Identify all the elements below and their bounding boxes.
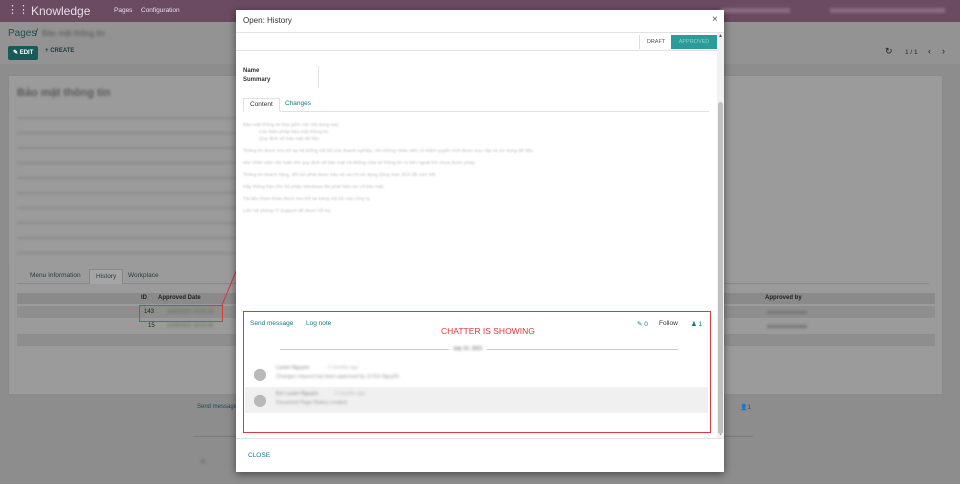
edit-button[interactable]: ✎ EDIT xyxy=(8,46,39,60)
chatter-panel: Send message Log note CHATTER IS SHOWING… xyxy=(243,311,711,433)
attachments-count: 0 xyxy=(644,321,648,328)
row-id: 15 xyxy=(148,323,155,329)
menu-configuration[interactable]: Configuration xyxy=(141,7,180,14)
log-note-button[interactable]: Log note xyxy=(306,320,331,327)
refresh-icon[interactable]: ↻ xyxy=(885,46,893,57)
pager-value: 1 / 1 xyxy=(905,49,918,56)
bg-avatar-icon: ● xyxy=(200,456,207,467)
bg-send-message[interactable]: Send message xyxy=(197,404,237,410)
content-paragraph: Bảo mật thông tin bao gồm các nội dung s… xyxy=(243,123,340,128)
chatter-message: ⬤ Lucien Nguyen - 3 months ago Changes r… xyxy=(245,361,708,387)
status-approved[interactable]: APPROVED xyxy=(671,35,717,49)
followers-count: 1 xyxy=(698,321,703,328)
status-draft[interactable]: DRAFT xyxy=(639,35,672,49)
pager-next-icon[interactable]: › xyxy=(942,46,945,56)
app-title: Knowledge xyxy=(31,4,91,18)
page-content: Bảo mật thông tin bao gồm các nội dung s… xyxy=(243,122,708,215)
annotation-highlight-row xyxy=(139,305,223,322)
user-icon: ♟ xyxy=(691,321,697,328)
content-tabs: Content Changes xyxy=(243,98,709,112)
menu-pages[interactable]: Pages xyxy=(114,7,132,14)
content-bullet: Các biện pháp bảo mật thông tin xyxy=(259,130,329,135)
message-body: Document Page History created xyxy=(276,400,347,406)
edit-label: EDIT xyxy=(19,50,34,56)
close-icon[interactable]: × xyxy=(712,14,718,25)
record-title: Bảo mật thông tin xyxy=(17,87,111,99)
close-button[interactable]: CLOSE xyxy=(248,452,270,459)
create-button[interactable]: + CREATE xyxy=(45,48,74,54)
message-author: Em Lucien Nguyen xyxy=(276,391,319,397)
dialog-body: DRAFT APPROVED Name Summary Content Chan… xyxy=(236,33,717,438)
dialog-title: Open: History xyxy=(243,16,292,25)
message-time: - 3 months ago xyxy=(332,391,366,397)
pager-prev-icon[interactable]: ‹ xyxy=(928,46,931,56)
content-paragraph: Thông tin khách hàng, đối tác phải được … xyxy=(243,173,437,178)
row-approver xyxy=(767,311,807,314)
content-paragraph: Tài liệu tham khảo được lưu trữ tại tran… xyxy=(243,197,371,202)
dialog-footer: CLOSE xyxy=(236,438,724,473)
tab-history[interactable]: History xyxy=(89,269,124,284)
scroll-up-icon[interactable]: ▲ xyxy=(718,33,723,39)
breadcrumb-separator: / xyxy=(35,28,38,39)
annotation-label: CHATTER IS SHOWING xyxy=(441,326,535,336)
avatar-icon: ⬤ xyxy=(253,367,267,381)
breadcrumb-current: Bảo mật thông tin xyxy=(42,29,105,38)
content-bullet: Quy định về bảo mật dữ liệu xyxy=(259,137,320,142)
tab-content[interactable]: Content xyxy=(243,98,280,112)
row-approver xyxy=(767,325,807,328)
content-paragraph: Thông tin được lưu trữ tại hệ thống nội … xyxy=(243,149,535,154)
content-paragraph: Hãy thông báo cho bộ phận Windows khi ph… xyxy=(243,185,385,190)
breadcrumb-root[interactable]: Pages xyxy=(8,28,36,39)
dialog-header: Open: History × xyxy=(236,10,724,33)
plus-icon: + xyxy=(45,48,49,54)
content-paragraph: Mọi nhân viên cần tuân thủ quy định về b… xyxy=(243,161,477,166)
row-date: 10/06/2021 10:02:00 xyxy=(167,323,213,329)
chatter-message: ⬤ Em Lucien Nguyen - 3 months ago Docume… xyxy=(245,387,708,413)
bg-follower-icon[interactable]: 👤1 xyxy=(740,404,751,411)
create-label: CREATE xyxy=(50,48,75,54)
tab-changes[interactable]: Changes xyxy=(285,98,311,110)
history-dialog: Open: History × DRAFT APPROVED Name Summ… xyxy=(236,10,724,472)
header-approved-by[interactable]: Approved by xyxy=(765,295,802,301)
header-id[interactable]: ID xyxy=(141,295,147,301)
message-time: - 3 months ago xyxy=(325,365,359,371)
paperclip-icon: ✎ xyxy=(637,321,643,328)
systray xyxy=(720,8,790,13)
message-author: Lucien Nguyen xyxy=(276,365,310,371)
summary-label: Summary xyxy=(243,77,271,83)
name-label: Name xyxy=(243,68,260,74)
field-divider xyxy=(318,66,319,88)
content-paragraph: Liên hệ phòng IT Support để được hỗ trợ. xyxy=(243,209,332,214)
header-approved-date[interactable]: Approved Date xyxy=(158,295,201,301)
bg-follower-count: 1 xyxy=(747,405,751,411)
message-body: Changes request has been approved by 12 … xyxy=(276,374,400,380)
send-message-button[interactable]: Send message xyxy=(250,320,293,327)
followers-button[interactable]: ♟ 1 xyxy=(691,320,702,328)
user-menu[interactable] xyxy=(830,8,945,13)
avatar-icon: ⬤ xyxy=(253,393,267,407)
record-content xyxy=(17,112,237,262)
follow-button[interactable]: Follow xyxy=(659,320,678,327)
tab-workplace[interactable]: Workplace xyxy=(122,269,165,283)
statusbar: DRAFT APPROVED xyxy=(236,33,717,51)
date-separator: July 10, 2021 xyxy=(449,346,487,352)
apps-grid-icon[interactable]: ⋮⋮ xyxy=(7,5,29,16)
scrollbar-thumb[interactable] xyxy=(718,102,723,434)
tab-menu-information[interactable]: Menu Information xyxy=(24,269,87,283)
pencil-icon: ✎ xyxy=(13,50,19,56)
attachments-button[interactable]: ✎ 0 xyxy=(637,320,648,328)
